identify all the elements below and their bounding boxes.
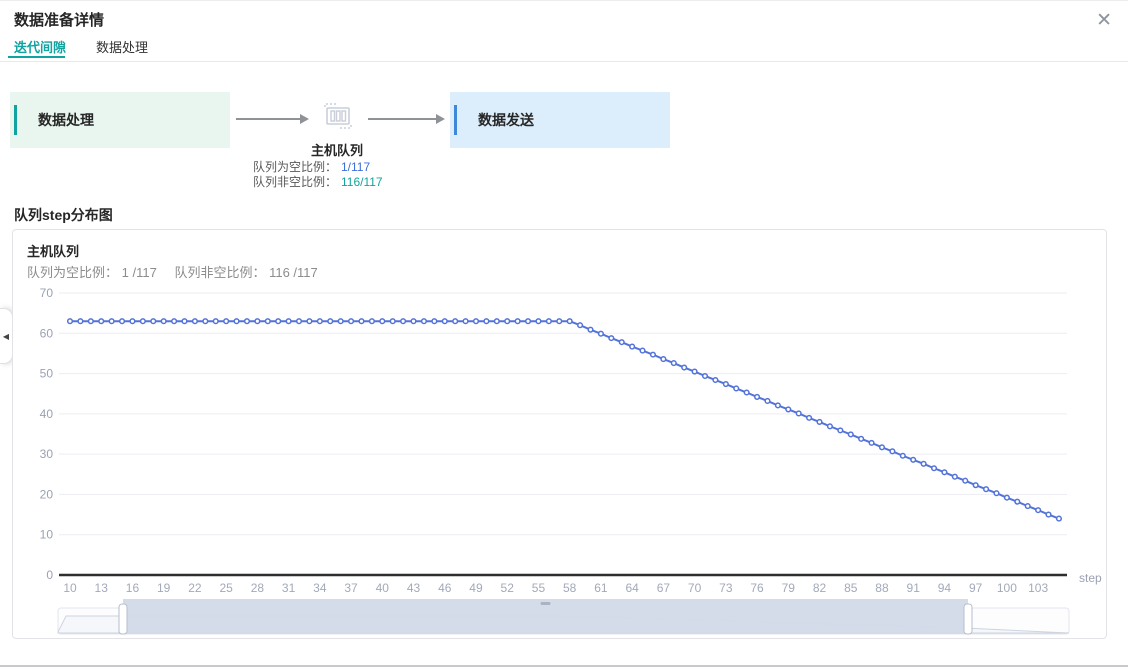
flow-node-label: 数据处理	[38, 92, 94, 148]
svg-text:82: 82	[813, 581, 827, 595]
svg-text:55: 55	[532, 581, 546, 595]
svg-text:0: 0	[46, 568, 53, 582]
svg-text:13: 13	[95, 581, 109, 595]
svg-text:103: 103	[1028, 581, 1048, 595]
series-host-queue[interactable]	[68, 319, 1062, 521]
svg-text:40: 40	[376, 581, 390, 595]
queue-step-line-chart[interactable]: 0 10 20 30 40 50 60 70 10 13 16 19 22 25 28 31 34 37 40 43 4…	[13, 230, 1108, 640]
datazoom-handle-right[interactable]	[964, 604, 972, 634]
datazoom-move-grip[interactable]	[541, 602, 551, 605]
close-icon[interactable]: ✕	[1096, 11, 1112, 30]
flow-arrow-2	[368, 118, 436, 120]
svg-text:49: 49	[469, 581, 483, 595]
tabs-divider	[0, 61, 1128, 62]
svg-text:70: 70	[40, 286, 54, 300]
tab-iteration-gap[interactable]: 迭代间隙	[14, 37, 66, 64]
flow-arrow-1	[236, 118, 300, 120]
series-line	[70, 321, 1059, 518]
svg-text:79: 79	[782, 581, 796, 595]
svg-text:60: 60	[40, 326, 54, 340]
queue-empty-ratio-value: 1/117	[341, 160, 370, 175]
tab-bar: 迭代间隙 数据处理	[14, 37, 148, 64]
page-title: 数据准备详情	[14, 9, 104, 30]
queue-icon[interactable]	[322, 101, 354, 133]
svg-text:19: 19	[157, 581, 171, 595]
queue-nonempty-ratio-value: 116/117	[341, 175, 383, 190]
y-axis-labels: 0 10 20 30 40 50 60 70	[40, 286, 54, 582]
svg-text:52: 52	[501, 581, 515, 595]
svg-text:76: 76	[750, 581, 764, 595]
svg-text:16: 16	[126, 581, 140, 595]
svg-text:73: 73	[719, 581, 733, 595]
svg-text:31: 31	[282, 581, 296, 595]
tab-data-processing[interactable]: 数据处理	[96, 37, 148, 64]
svg-text:43: 43	[407, 581, 421, 595]
svg-text:85: 85	[844, 581, 858, 595]
svg-text:97: 97	[969, 581, 983, 595]
svg-text:64: 64	[625, 581, 639, 595]
datazoom-handle-left[interactable]	[119, 604, 127, 634]
svg-text:58: 58	[563, 581, 577, 595]
accent-bar	[454, 105, 457, 135]
svg-text:100: 100	[997, 581, 1017, 595]
svg-text:28: 28	[251, 581, 265, 595]
svg-text:94: 94	[938, 581, 952, 595]
svg-text:10: 10	[40, 528, 54, 542]
series-points	[68, 319, 1062, 521]
svg-text:61: 61	[594, 581, 608, 595]
section-title: 队列step分布图	[14, 205, 113, 225]
svg-text:67: 67	[657, 581, 671, 595]
active-tab-underline	[8, 56, 65, 58]
svg-text:30: 30	[40, 447, 54, 461]
svg-text:70: 70	[688, 581, 702, 595]
svg-text:50: 50	[40, 367, 54, 381]
queue-node-title: 主机队列	[282, 140, 392, 159]
flow-node-label: 数据发送	[478, 92, 534, 148]
svg-text:91: 91	[907, 581, 921, 595]
svg-text:46: 46	[438, 581, 452, 595]
x-axis-labels: 10 13 16 19 22 25 28 31 34 37 40 43 46 49 52 55 58 61 64 67…	[63, 581, 1048, 595]
svg-text:20: 20	[40, 487, 54, 501]
queue-stats: 队列为空比例： 1/117 队列非空比例： 116/117	[237, 160, 447, 190]
queue-empty-ratio-label: 队列为空比例：	[237, 160, 337, 175]
queue-step-chart-card: 主机队列 队列为空比例： 1 /117 队列非空比例： 116 /117 010…	[12, 229, 1107, 639]
flow-node-data-send[interactable]: 数据发送	[450, 92, 670, 148]
accent-bar	[14, 105, 17, 135]
queue-nonempty-ratio-label: 队列非空比例：	[237, 175, 337, 190]
svg-text:25: 25	[219, 581, 233, 595]
data-preparation-detail-panel: 数据准备详情 ✕ 迭代间隙 数据处理 数据处理 主机队列 队列为空比例： 1/1…	[0, 0, 1128, 670]
svg-text:88: 88	[875, 581, 889, 595]
x-axis-name: step	[1079, 571, 1102, 585]
page-bottom-border	[0, 665, 1128, 667]
flow-node-data-processing[interactable]: 数据处理	[10, 92, 230, 148]
svg-text:37: 37	[344, 581, 358, 595]
svg-text:22: 22	[188, 581, 202, 595]
svg-text:10: 10	[63, 581, 77, 595]
grid-lines	[59, 293, 1067, 535]
svg-text:34: 34	[313, 581, 327, 595]
svg-text:40: 40	[40, 407, 54, 421]
chevron-left-icon: ◀	[3, 332, 9, 341]
